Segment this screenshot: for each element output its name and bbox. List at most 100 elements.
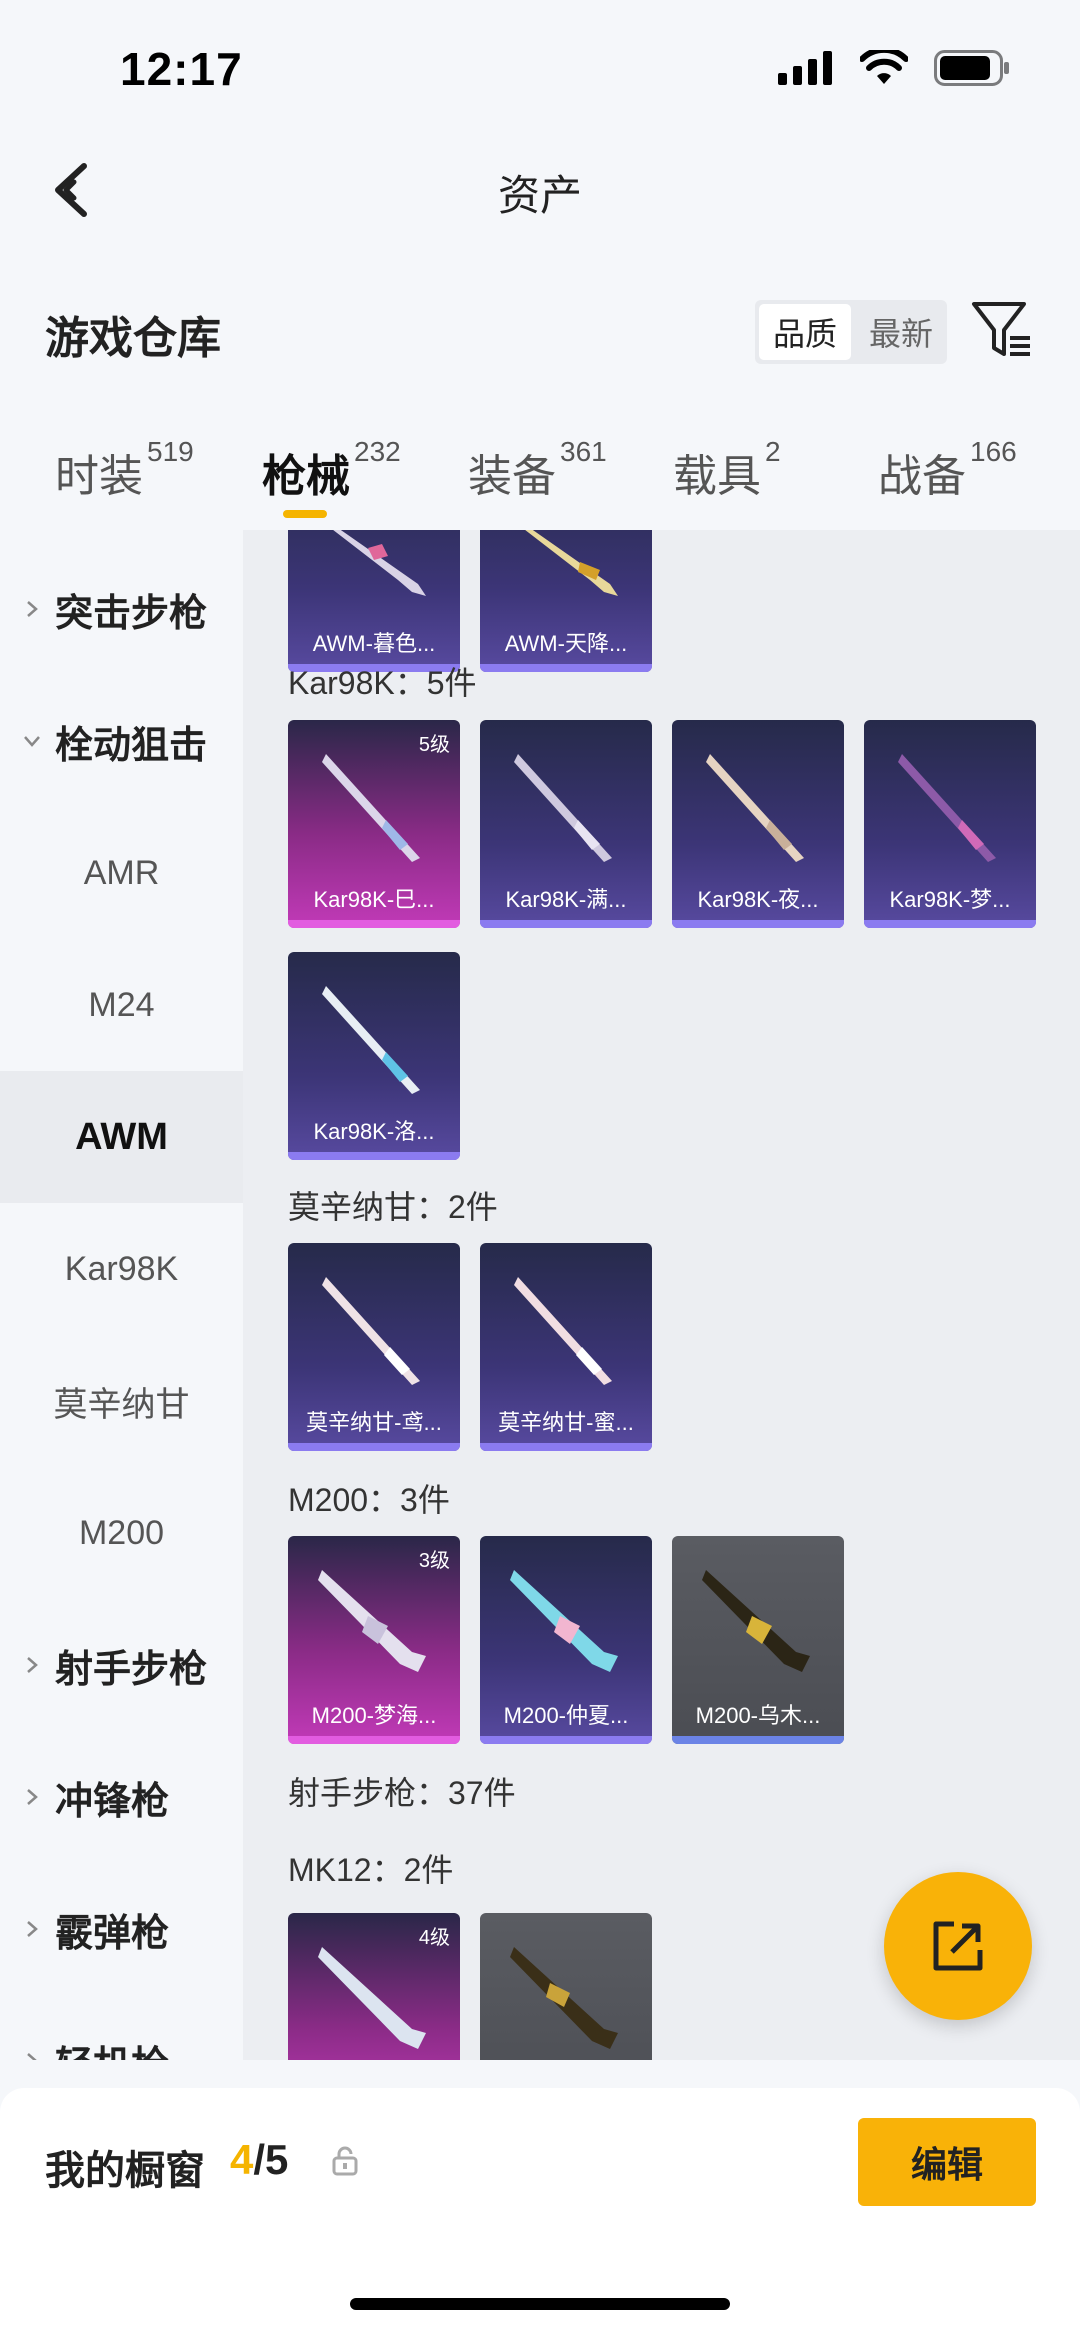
tab-count: 166 bbox=[970, 436, 1017, 467]
sidebar-item-marksman-rifle[interactable]: 射手步枪 bbox=[0, 1599, 243, 1731]
tab-count: 232 bbox=[354, 436, 401, 467]
chevron-down-icon bbox=[24, 736, 40, 747]
rifle-icon bbox=[322, 986, 420, 1094]
signal-icon bbox=[778, 51, 832, 85]
weapon-card[interactable] bbox=[480, 1913, 652, 2060]
tab-label: 战备 bbox=[878, 452, 966, 501]
rarity-bar bbox=[288, 1736, 460, 1744]
tab-vehicles[interactable]: 载具2 bbox=[673, 436, 781, 504]
tab-label: 载具 bbox=[673, 452, 761, 501]
weapon-card[interactable]: Kar98K-梦... bbox=[864, 720, 1036, 928]
weapon-card[interactable]: Kar98K-洛... bbox=[288, 952, 460, 1160]
chevron-right-icon bbox=[27, 1789, 38, 1805]
sidebar-item-mosin[interactable]: 莫辛纳甘 bbox=[0, 1335, 243, 1467]
wifi-icon bbox=[860, 50, 908, 84]
sidebar-item-kar98k[interactable]: Kar98K bbox=[0, 1203, 243, 1335]
share-button[interactable] bbox=[884, 1872, 1032, 2020]
rarity-bar bbox=[672, 1736, 844, 1744]
tab-equipment[interactable]: 装备361 bbox=[468, 436, 607, 504]
battery-icon bbox=[934, 50, 1009, 86]
group-label-m200: M200：3件 bbox=[288, 1482, 450, 1518]
tab-label: 时装 bbox=[55, 452, 143, 501]
home-indicator bbox=[350, 2298, 730, 2310]
sidebar-item-awm[interactable]: AWM bbox=[0, 1071, 243, 1203]
rifle-icon bbox=[514, 1277, 612, 1385]
weapon-card[interactable]: 莫辛纳甘-蜜... bbox=[480, 1243, 652, 1451]
sidebar-item-label: 冲锋枪 bbox=[55, 1780, 170, 1823]
rifle-icon bbox=[510, 1947, 618, 2049]
weapon-card[interactable]: Kar98K-满... bbox=[480, 720, 652, 928]
weapon-name: 莫辛纳甘-蜜... bbox=[498, 1410, 634, 1435]
weapon-card[interactable]: 5级 Kar98K-巳... bbox=[288, 720, 460, 928]
rarity-bar bbox=[864, 920, 1036, 928]
tab-count: 519 bbox=[147, 436, 194, 467]
edit-button[interactable]: 编辑 bbox=[858, 2118, 1036, 2206]
sidebar-item-label: 霰弹枪 bbox=[55, 1912, 170, 1955]
rifle-icon bbox=[322, 1277, 420, 1385]
weapon-card[interactable]: M200-乌木... bbox=[672, 1536, 844, 1744]
status-bar: 12:17 bbox=[0, 0, 1080, 140]
weapon-card[interactable]: AWM-天降... bbox=[480, 530, 652, 672]
weapon-name: M200-仲夏... bbox=[503, 1703, 629, 1728]
filter-icon bbox=[972, 302, 1030, 356]
weapon-name: M200-梦海... bbox=[311, 1703, 437, 1728]
chevron-right-icon bbox=[27, 1657, 38, 1673]
sidebar-item-label: 轻机枪 bbox=[55, 2034, 169, 2061]
status-time: 12:17 bbox=[120, 43, 243, 95]
sort-quality-button[interactable]: 品质 bbox=[759, 304, 851, 360]
sidebar-item-label: 栓动狙击 bbox=[55, 724, 208, 767]
sidebar-item-bolt-sniper[interactable]: 栓动狙击 bbox=[0, 675, 243, 807]
rarity-bar bbox=[672, 920, 844, 928]
rarity-bar bbox=[288, 1443, 460, 1451]
sidebar-item-smg[interactable]: 冲锋枪 bbox=[0, 1731, 243, 1863]
tab-label: 枪械 bbox=[262, 452, 350, 501]
tab-firearms[interactable]: 枪械232 bbox=[262, 436, 401, 504]
tab-gear[interactable]: 战备166 bbox=[878, 436, 1017, 504]
chevron-right-icon bbox=[27, 601, 38, 617]
rarity-bar bbox=[480, 920, 652, 928]
group-label-mosin: 莫辛纳甘：2件 bbox=[288, 1189, 498, 1225]
rifle-icon bbox=[322, 754, 420, 862]
warehouse-header: 游戏仓库 品质 最新 bbox=[0, 280, 1080, 380]
tab-label: 装备 bbox=[468, 452, 556, 501]
weapon-card[interactable]: 4级 bbox=[288, 1913, 460, 2060]
unlock-icon bbox=[332, 2146, 358, 2176]
weapon-name: Kar98K-梦... bbox=[889, 887, 1011, 912]
nav-bar: 资产 bbox=[0, 140, 1080, 240]
rifle-icon bbox=[318, 1570, 426, 1672]
group-label-mk12: MK12：2件 bbox=[288, 1852, 454, 1888]
showcase-count-current: 4 bbox=[230, 2136, 254, 2183]
sort-segmented-control: 品质 最新 bbox=[755, 300, 947, 364]
weapon-card[interactable]: Kar98K-夜... bbox=[672, 720, 844, 928]
tab-count: 2 bbox=[765, 436, 781, 467]
rarity-bar bbox=[288, 920, 460, 928]
group-label-kar98k: Kar98K：5件 bbox=[288, 665, 477, 701]
tab-fashion[interactable]: 时装519 bbox=[55, 436, 194, 504]
weapon-name: Kar98K-洛... bbox=[313, 1119, 435, 1144]
sidebar-item-m200[interactable]: M200 bbox=[0, 1467, 243, 1599]
rifle-icon bbox=[898, 754, 996, 862]
weapon-name: Kar98K-巳... bbox=[313, 887, 435, 912]
weapon-name: Kar98K-满... bbox=[505, 887, 627, 912]
rifle-icon bbox=[514, 754, 612, 862]
sidebar-item-m24[interactable]: M24 bbox=[0, 939, 243, 1071]
weapon-card[interactable]: AWM-暮色... bbox=[288, 530, 460, 672]
filter-button[interactable] bbox=[970, 298, 1034, 362]
sort-latest-button[interactable]: 最新 bbox=[855, 300, 947, 364]
sidebar-item-amr[interactable]: AMR bbox=[0, 807, 243, 939]
weapon-category-sidebar: 突击步枪 栓动狙击 AMR M24 AWM Kar98K 莫辛纳甘 M200 射… bbox=[0, 530, 243, 2060]
sidebar-item-assault-rifle[interactable]: 突击步枪 bbox=[0, 543, 243, 675]
sidebar-item-shotgun[interactable]: 霰弹枪 bbox=[0, 1863, 243, 1995]
tab-count: 361 bbox=[560, 436, 607, 467]
sidebar-item-lmg[interactable]: 轻机枪 bbox=[0, 1995, 243, 2060]
weapon-card[interactable]: 莫辛纳甘-鸢... bbox=[288, 1243, 460, 1451]
weapon-name: 莫辛纳甘-鸢... bbox=[306, 1410, 442, 1435]
rarity-bar bbox=[480, 664, 652, 672]
rifle-icon bbox=[333, 530, 426, 596]
rifle-icon bbox=[706, 754, 804, 862]
weapon-card[interactable]: 3级 M200-梦海... bbox=[288, 1536, 460, 1744]
share-icon bbox=[933, 1921, 983, 1971]
active-tab-indicator bbox=[283, 510, 327, 518]
weapon-card[interactable]: M200-仲夏... bbox=[480, 1536, 652, 1744]
chevron-right-icon bbox=[27, 2053, 37, 2060]
